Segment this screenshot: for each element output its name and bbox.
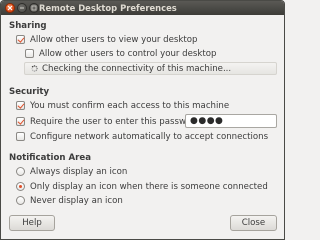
confirm-access-checkbox-box[interactable] xyxy=(16,101,25,110)
confirm-access-checkbox[interactable]: You must confirm each access to this mac… xyxy=(16,100,229,111)
allow-view-checkbox[interactable]: Allow other users to view your desktop xyxy=(16,34,197,45)
notify-never-label: Never display an icon xyxy=(30,195,123,206)
close-button[interactable]: Close xyxy=(230,215,277,231)
password-field[interactable]: ●●●● xyxy=(185,114,277,128)
maximize-window-icon[interactable] xyxy=(29,3,39,13)
connectivity-status: Checking the connectivity of this machin… xyxy=(24,62,277,75)
require-password-checkbox[interactable]: Require the user to enter this password: xyxy=(16,116,203,127)
help-button[interactable]: Help xyxy=(9,215,55,231)
notify-never-radio-button[interactable] xyxy=(16,196,25,205)
configure-network-checkbox-box[interactable] xyxy=(16,132,25,141)
minimize-window-icon[interactable] xyxy=(17,3,27,13)
window-title: Remote Desktop Preferences xyxy=(39,3,177,13)
require-password-label: Require the user to enter this password: xyxy=(30,116,203,127)
allow-view-label: Allow other users to view your desktop xyxy=(30,34,198,45)
window-controls xyxy=(5,3,39,13)
notify-always-radio[interactable]: Always display an icon xyxy=(16,166,127,177)
notify-always-radio-button[interactable] xyxy=(16,167,25,176)
notify-always-label: Always display an icon xyxy=(30,166,128,177)
security-heading: Security xyxy=(9,87,50,97)
allow-view-checkbox-box[interactable] xyxy=(16,35,25,44)
sharing-heading: Sharing xyxy=(9,21,47,31)
allow-control-checkbox-box[interactable] xyxy=(25,49,34,58)
allow-control-label: Allow other users to control your deskto… xyxy=(39,48,217,59)
configure-network-checkbox[interactable]: Configure network automatically to accep… xyxy=(16,131,268,142)
title-bar[interactable]: Remote Desktop Preferences xyxy=(1,1,284,15)
require-password-checkbox-box[interactable] xyxy=(16,117,25,126)
notify-connected-radio[interactable]: Only display an icon when there is someo… xyxy=(16,181,268,192)
configure-network-label: Configure network automatically to accep… xyxy=(30,131,269,142)
notification-heading: Notification Area xyxy=(9,153,91,163)
confirm-access-label: You must confirm each access to this mac… xyxy=(30,100,230,111)
notify-connected-label: Only display an icon when there is someo… xyxy=(30,181,268,192)
close-window-icon[interactable] xyxy=(5,3,15,13)
notify-connected-radio-button[interactable] xyxy=(16,182,25,191)
connectivity-status-text: Checking the connectivity of this machin… xyxy=(42,63,232,74)
notify-never-radio[interactable]: Never display an icon xyxy=(16,195,123,206)
preferences-window: Remote Desktop Preferences Sharing Allow… xyxy=(0,0,285,240)
allow-control-checkbox[interactable]: Allow other users to control your deskto… xyxy=(25,48,216,59)
spinner-icon xyxy=(31,65,38,72)
